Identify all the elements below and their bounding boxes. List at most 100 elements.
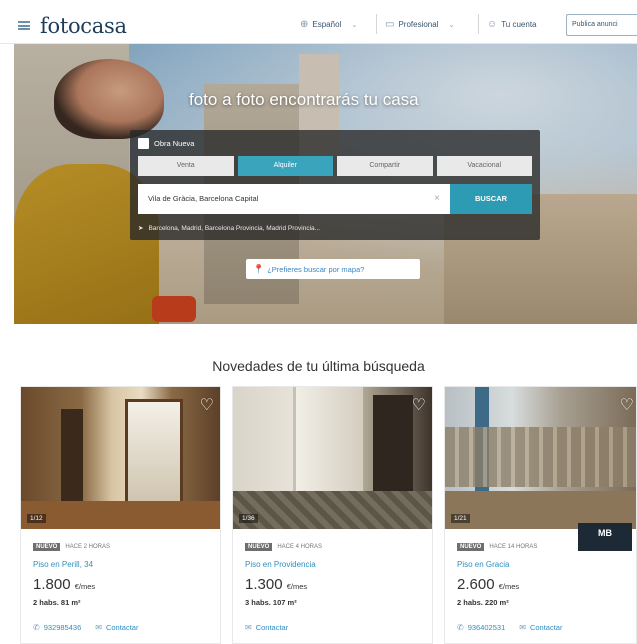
heart-icon[interactable]: ♡ bbox=[620, 395, 634, 415]
language-label: Español bbox=[312, 20, 342, 29]
badge-row: NUEVO HACE 2 HORAS bbox=[33, 543, 110, 551]
listing-card[interactable]: ♡ 1/36 NUEVO HACE 4 HORAS Piso en Provid… bbox=[232, 386, 433, 644]
location-search-input[interactable]: Vila de Gràcia, Barcelona Capital × bbox=[138, 184, 450, 214]
listing-title[interactable]: Piso en Gracia bbox=[457, 560, 509, 569]
tab-venta[interactable]: Venta bbox=[138, 156, 234, 176]
section-title: Novedades de tu última búsqueda bbox=[212, 358, 425, 374]
listing-details: 2 habs. 220 m² bbox=[457, 598, 509, 607]
listing-price: 1.800 €/mes bbox=[33, 576, 95, 593]
balcony-door bbox=[125, 399, 183, 517]
checkbox-box[interactable] bbox=[138, 138, 149, 149]
listing-card[interactable]: ♡ 1/21 MB NUEVO HACE 14 HORAS Piso en Gr… bbox=[444, 386, 637, 644]
price-unit: €/mes bbox=[74, 582, 96, 591]
mail-icon: ✉ bbox=[519, 623, 526, 632]
listing-actions: ✉ Contactar bbox=[245, 623, 288, 632]
listing-title[interactable]: Piso en Providencia bbox=[245, 560, 316, 569]
search-panel: Obra Nueva Venta Alquiler Compartir Vaca… bbox=[130, 130, 540, 240]
map-pin-icon: 📍 bbox=[253, 264, 265, 274]
listing-actions: ✆ 936402531 ✉ Contactar bbox=[457, 623, 562, 632]
tab-compartir[interactable]: Compartir bbox=[337, 156, 433, 176]
suggestions-text[interactable]: Barcelona, Madrid, Barcelona Provincia, … bbox=[148, 225, 320, 232]
new-badge: NUEVO bbox=[457, 543, 485, 551]
search-suggestions: ➤ Barcelona, Madrid, Barcelona Provincia… bbox=[138, 224, 320, 233]
listing-photo[interactable]: ♡ 1/21 bbox=[445, 387, 636, 529]
search-row: Vila de Gràcia, Barcelona Capital × BUSC… bbox=[138, 184, 532, 214]
door-panel bbox=[293, 387, 363, 505]
listing-photo[interactable]: ♡ 1/12 bbox=[21, 387, 220, 529]
contact-button[interactable]: ✉ Contactar bbox=[245, 623, 288, 632]
heart-icon[interactable]: ♡ bbox=[200, 395, 214, 415]
location-arrow-icon: ➤ bbox=[138, 225, 144, 232]
price-unit: €/mes bbox=[286, 582, 308, 591]
map-link-label: ¿Prefieres buscar por mapa? bbox=[267, 265, 365, 274]
price-value: 2.600 bbox=[457, 576, 495, 593]
phone-link[interactable]: ✆ 932985436 bbox=[33, 623, 81, 632]
menu-icon[interactable] bbox=[18, 21, 30, 30]
contact-button[interactable]: ✉ Contactar bbox=[95, 623, 138, 632]
listing-price: 1.300 €/mes bbox=[245, 576, 307, 593]
professional-label: Profesional bbox=[398, 20, 439, 29]
account-label: Tu cuenta bbox=[501, 20, 537, 29]
search-value: Vila de Gràcia, Barcelona Capital bbox=[148, 194, 259, 203]
hero-title: foto a foto encontrarás tu casa bbox=[189, 90, 419, 109]
contact-button[interactable]: ✉ Contactar bbox=[519, 623, 562, 632]
heart-icon[interactable]: ♡ bbox=[412, 395, 426, 415]
new-badge: NUEVO bbox=[33, 543, 61, 551]
time-ago: HACE 14 HORAS bbox=[489, 544, 538, 550]
mail-icon: ✉ bbox=[245, 623, 252, 632]
listing-card[interactable]: ♡ 1/12 NUEVO HACE 2 HORAS Piso en Perill… bbox=[20, 386, 221, 644]
price-unit: €/mes bbox=[498, 582, 520, 591]
new-build-checkbox[interactable]: Obra Nueva bbox=[138, 138, 194, 149]
professional-menu[interactable]: ▭ Profesional ⌄ bbox=[385, 19, 454, 30]
photo-count: 1/36 bbox=[239, 514, 258, 523]
listing-price: 2.600 €/mes bbox=[457, 576, 519, 593]
tab-vacacional[interactable]: Vacacional bbox=[436, 156, 532, 176]
new-build-label: Obra Nueva bbox=[154, 139, 195, 148]
badge-row: NUEVO HACE 14 HORAS bbox=[457, 543, 537, 551]
phone-icon: ✆ bbox=[33, 623, 40, 632]
listing-photo[interactable]: ♡ 1/36 bbox=[233, 387, 432, 529]
photo-count: 1/12 bbox=[27, 514, 46, 523]
contact-label: Contactar bbox=[255, 623, 289, 632]
search-button[interactable]: BUSCAR bbox=[450, 184, 532, 214]
phone-number: 932985436 bbox=[43, 623, 82, 632]
map-search-link[interactable]: 📍 ¿Prefieres buscar por mapa? bbox=[246, 259, 420, 279]
badge-row: NUEVO HACE 4 HORAS bbox=[245, 543, 322, 551]
clear-icon[interactable]: × bbox=[434, 184, 440, 214]
phone-link[interactable]: ✆ 936402531 bbox=[457, 623, 505, 632]
top-header: fotocasa ⊕ Español ⌄ ▭ Profesional ⌄ ☺ T… bbox=[0, 0, 637, 44]
language-selector[interactable]: ⊕ Español ⌄ bbox=[300, 19, 357, 30]
publish-button[interactable]: Publica anunci bbox=[566, 14, 637, 36]
window-shutter bbox=[373, 395, 413, 503]
contact-label: Contactar bbox=[105, 623, 139, 632]
divider bbox=[376, 14, 377, 34]
globe-icon: ⊕ bbox=[300, 19, 309, 30]
phone-icon: ✆ bbox=[457, 623, 464, 632]
floor bbox=[21, 501, 220, 529]
user-icon: ☺ bbox=[487, 19, 498, 30]
new-badge: NUEVO bbox=[245, 543, 273, 551]
listing-title[interactable]: Piso en Perill, 34 bbox=[33, 560, 93, 569]
listing-actions: ✆ 932985436 ✉ Contactar bbox=[33, 623, 138, 632]
price-value: 1.800 bbox=[33, 576, 71, 593]
photo-count: 1/21 bbox=[451, 514, 470, 523]
divider bbox=[478, 14, 479, 34]
chevron-down-icon: ⌄ bbox=[448, 21, 455, 29]
mail-icon: ✉ bbox=[95, 623, 102, 632]
account-menu[interactable]: ☺ Tu cuenta bbox=[487, 19, 537, 30]
tiled-floor bbox=[233, 491, 432, 529]
phone-number: 936402531 bbox=[467, 623, 506, 632]
agency-logo[interactable]: MB bbox=[578, 523, 632, 551]
contact-label: Contactar bbox=[529, 623, 563, 632]
hero-banner: foto a foto encontrarás tu casa Obra Nue… bbox=[14, 44, 637, 324]
chevron-down-icon: ⌄ bbox=[351, 21, 358, 29]
shelves bbox=[445, 427, 636, 487]
time-ago: HACE 2 HORAS bbox=[65, 544, 111, 550]
operation-tabs: Venta Alquiler Compartir Vacacional bbox=[138, 156, 532, 176]
tab-alquiler[interactable]: Alquiler bbox=[237, 156, 333, 176]
listing-details: 3 habs. 107 m² bbox=[245, 598, 297, 607]
price-value: 1.300 bbox=[245, 576, 283, 593]
briefcase-icon: ▭ bbox=[385, 19, 395, 30]
logo[interactable]: fotocasa bbox=[40, 14, 127, 38]
listing-details: 2 habs. 81 m² bbox=[33, 598, 81, 607]
